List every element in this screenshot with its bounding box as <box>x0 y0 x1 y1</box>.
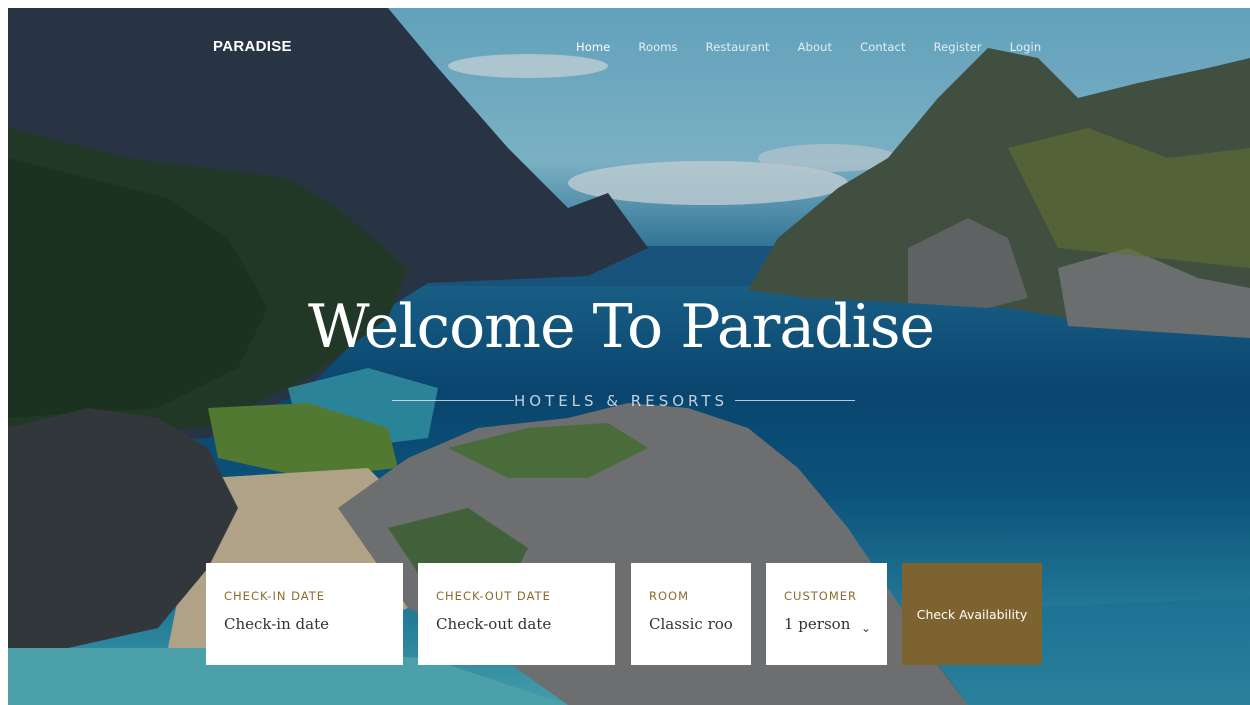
room-select-value[interactable]: Classic room <box>649 615 733 633</box>
room-label: ROOM <box>649 589 690 603</box>
main-nav: Home Rooms Restaurant About Contact Regi… <box>576 40 1069 54</box>
nav-about[interactable]: About <box>798 40 833 54</box>
customer-select-value[interactable]: 1 person <box>784 615 869 633</box>
checkin-input[interactable]: Check-in date <box>224 615 385 633</box>
hero-title: Welcome To Paradise <box>307 292 935 362</box>
checkout-label: CHECK-OUT DATE <box>436 589 551 603</box>
checkout-field[interactable]: CHECK-OUT DATE Check-out date <box>418 563 615 665</box>
brand-logo[interactable]: PARADISE <box>213 38 292 55</box>
checkout-input[interactable]: Check-out date <box>436 615 597 633</box>
nav-restaurant[interactable]: Restaurant <box>706 40 770 54</box>
checkin-label: CHECK-IN DATE <box>224 589 326 603</box>
nav-register[interactable]: Register <box>934 40 982 54</box>
room-select[interactable]: ROOM Classic room <box>631 563 751 665</box>
checkin-field[interactable]: CHECK-IN DATE Check-in date <box>206 563 403 665</box>
hero-subtitle: HOTELS & RESORTS <box>513 392 729 410</box>
nav-login[interactable]: Login <box>1010 40 1042 54</box>
customer-label: CUSTOMER <box>784 589 858 603</box>
nav-contact[interactable]: Contact <box>860 40 905 54</box>
customer-select[interactable]: CUSTOMER 1 person ⌄ <box>766 563 887 665</box>
nav-rooms[interactable]: Rooms <box>638 40 677 54</box>
check-availability-button[interactable]: Check Availability <box>902 563 1042 665</box>
chevron-down-icon[interactable]: ⌄ <box>861 621 871 635</box>
nav-home[interactable]: Home <box>576 40 610 54</box>
subtitle-rule-right <box>735 400 855 401</box>
